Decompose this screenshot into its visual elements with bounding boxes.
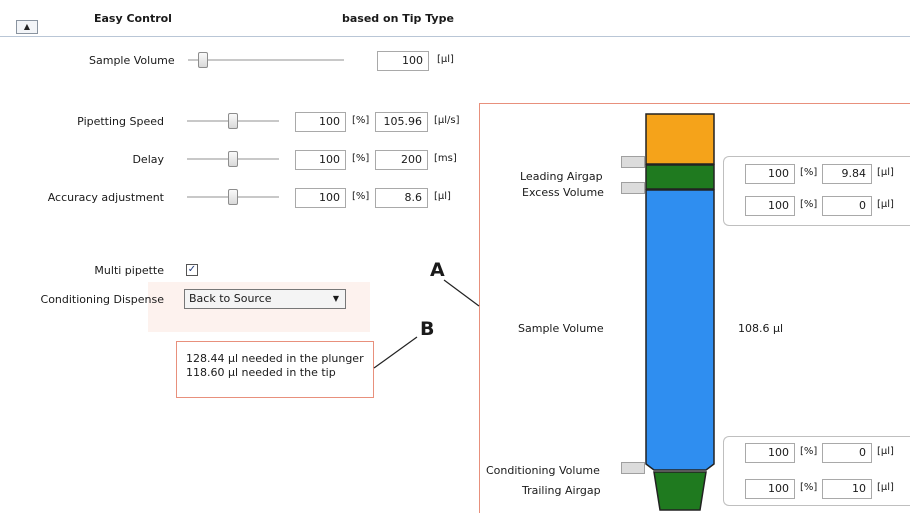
conditioning-volume-percent-unit: [%] xyxy=(800,446,818,457)
excess-volume-percent-unit: [%] xyxy=(800,199,818,210)
tip-sample-volume-label: Sample Volume xyxy=(518,322,604,335)
leading-airgap-percent-unit: [%] xyxy=(800,167,818,178)
trailing-airgap-percent-input[interactable]: 100 xyxy=(745,479,795,499)
tip-leading-airgap-segment xyxy=(645,113,715,165)
leading-airgap-unit: [µl] xyxy=(877,167,894,178)
conditioning-volume-handle[interactable] xyxy=(621,462,645,474)
excess-volume-handle[interactable] xyxy=(621,182,645,194)
excess-volume-label: Excess Volume xyxy=(522,186,604,199)
tip-sample-volume-segment xyxy=(645,189,715,471)
tip-trailing-airgap-segment xyxy=(653,471,707,511)
excess-volume-percent-input[interactable]: 100 xyxy=(745,196,795,216)
tip-excess-volume-segment xyxy=(645,164,715,190)
leading-airgap-handle[interactable] xyxy=(621,156,645,168)
leading-airgap-percent-input[interactable]: 100 xyxy=(745,164,795,184)
excess-volume-value-input[interactable]: 0 xyxy=(822,196,872,216)
callout-b: B xyxy=(420,318,435,340)
excess-volume-unit: [µl] xyxy=(877,199,894,210)
callout-a: A xyxy=(430,259,445,281)
trailing-airgap-percent-unit: [%] xyxy=(800,482,818,493)
tip-sample-volume-value: 108.6 µl xyxy=(738,322,784,335)
trailing-airgap-unit: [µl] xyxy=(877,482,894,493)
trailing-airgap-label: Trailing Airgap xyxy=(522,484,601,497)
conditioning-volume-unit: [µl] xyxy=(877,446,894,457)
conditioning-volume-label: Conditioning Volume xyxy=(486,464,600,477)
leading-airgap-value-input[interactable]: 9.84 xyxy=(822,164,872,184)
conditioning-volume-percent-input[interactable]: 100 xyxy=(745,443,795,463)
trailing-airgap-value-input[interactable]: 10 xyxy=(822,479,872,499)
pipette-tip-diagram xyxy=(645,113,715,511)
leading-airgap-label: Leading Airgap xyxy=(520,170,603,183)
conditioning-volume-value-input[interactable]: 0 xyxy=(822,443,872,463)
